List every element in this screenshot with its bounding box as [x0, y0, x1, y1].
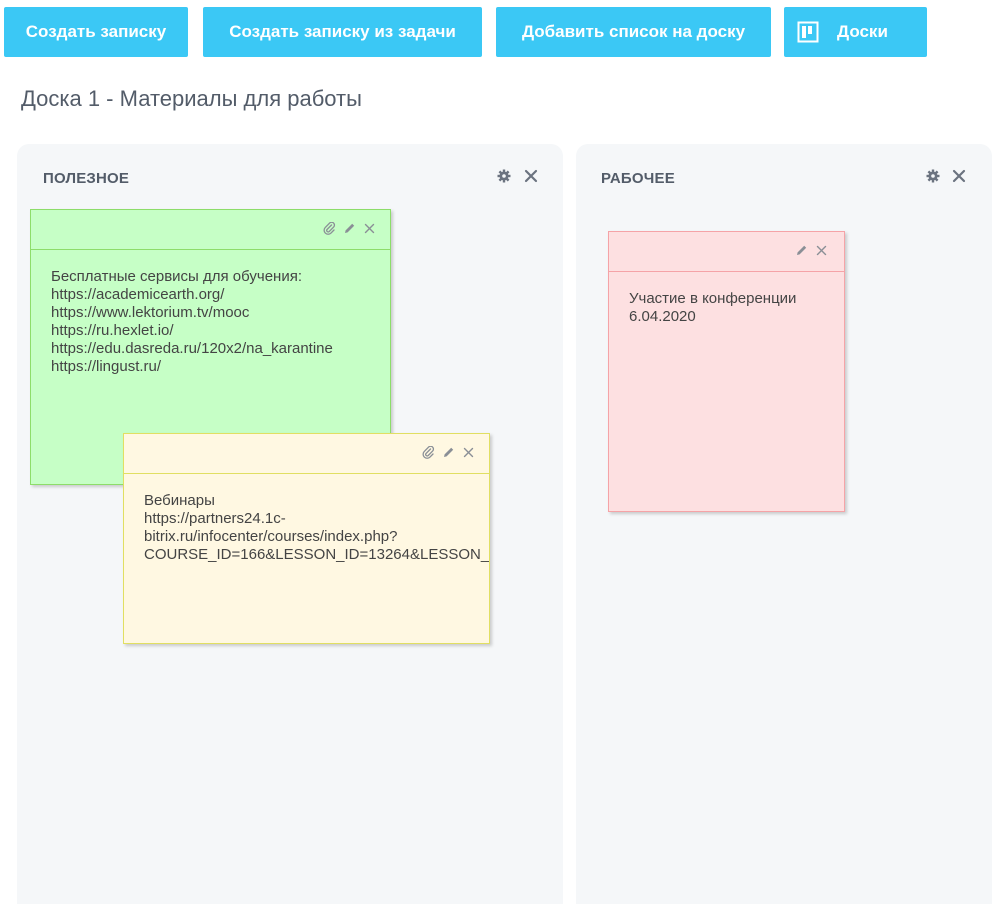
note-tools	[795, 244, 828, 257]
note-text: Вебинары https://partners24.1c- bitrix.r…	[144, 492, 489, 563]
page-title: Доска 1 - Материалы для работы	[21, 86, 362, 111]
add-list-button-label: Добавить список на доску	[521, 22, 746, 41]
create-note-button[interactable]: Создать записку	[4, 7, 188, 57]
column-title: РАБОЧЕЕ	[601, 170, 675, 187]
paperclip-icon[interactable]	[323, 221, 336, 235]
note-header[interactable]	[124, 434, 489, 474]
boards-button[interactable]: Доски	[784, 7, 927, 57]
board-icon	[797, 21, 819, 43]
note-text: Участие в конференции 6.04.2020	[629, 290, 797, 325]
close-icon[interactable]	[951, 168, 967, 184]
create-note-from-task-button[interactable]: Создать записку из задачи	[203, 7, 482, 57]
sticky-note-yellow[interactable]: Вебинары https://partners24.1c- bitrix.r…	[123, 433, 490, 644]
close-icon[interactable]	[523, 168, 539, 184]
gear-icon[interactable]	[496, 168, 512, 184]
note-tools	[323, 221, 376, 235]
paperclip-icon[interactable]	[422, 445, 435, 459]
boards-button-label: Доски	[837, 22, 888, 41]
pencil-icon[interactable]	[795, 244, 808, 257]
note-tools	[422, 445, 475, 459]
sticky-note-pink[interactable]: Участие в конференции 6.04.2020	[608, 231, 845, 512]
gear-icon[interactable]	[925, 168, 941, 184]
column-title: ПОЛЕЗНОЕ	[43, 170, 130, 187]
close-icon[interactable]	[462, 446, 475, 459]
close-icon[interactable]	[363, 222, 376, 235]
pencil-icon[interactable]	[343, 222, 356, 235]
note-header[interactable]	[609, 232, 844, 272]
close-icon[interactable]	[815, 244, 828, 257]
pencil-icon[interactable]	[442, 446, 455, 459]
create-note-from-task-button-label: Создать записку из задачи	[229, 22, 456, 41]
note-header[interactable]	[31, 210, 390, 250]
add-list-button[interactable]: Добавить список на доску	[496, 7, 771, 57]
note-text: Бесплатные сервисы для обучения: https:/…	[51, 268, 333, 375]
create-note-button-label: Создать записку	[25, 22, 167, 41]
